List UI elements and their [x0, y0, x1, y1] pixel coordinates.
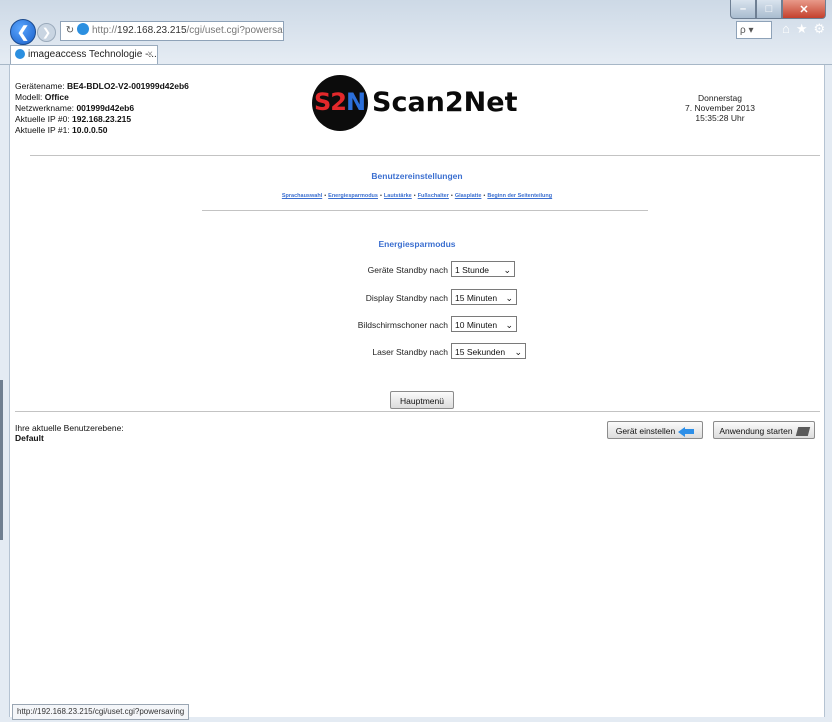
nav-link-glasplatte[interactable]: Glasplatte: [455, 193, 482, 199]
divider: [202, 210, 648, 211]
window-resize-handle[interactable]: [0, 380, 3, 540]
settings-nav: Sprachauswahl • Energiesparmodus • Lautstärk…: [281, 193, 553, 199]
device-settings-button[interactable]: Gerät einstellen: [607, 421, 703, 439]
close-window-button[interactable]: ✕: [782, 0, 826, 19]
ip0-value: 192.168.23.215: [72, 114, 132, 124]
search-dropdown[interactable]: ρ ▾: [736, 21, 772, 39]
address-bar[interactable]: ↻ http://192.168.23.215/cgi/uset.cgi?powe…: [60, 21, 284, 41]
logo-wordmark: Scan2Net: [372, 87, 518, 118]
ie-tab-icon: [15, 49, 25, 60]
setting-row-laser-standby: Laser Standby nach 15 Sekunden ⌄: [10, 343, 824, 361]
forward-arrow-icon[interactable]: ❯: [37, 23, 56, 42]
address-host: 192.168.23.215: [117, 25, 187, 36]
gear-icon[interactable]: ⚙: [814, 21, 832, 36]
setting-label: Laser Standby nach: [372, 347, 448, 357]
tab-imageaccess[interactable]: imageaccess Technologie -... ×: [10, 45, 158, 64]
minimize-button[interactable]: –: [730, 0, 756, 19]
chevron-down-icon: ⌄: [503, 265, 511, 275]
back-arrow-icon[interactable]: ❮: [10, 19, 36, 45]
scan2net-logo: S2N Scan2Net: [312, 75, 552, 131]
address-scheme: http://: [92, 25, 118, 36]
date-time: Donnerstag 7. November 2013 15:35:28 Uhr: [660, 93, 780, 123]
device-name-label: Gerätename:: [15, 81, 65, 91]
model-value: Office: [44, 92, 69, 102]
main-menu-button[interactable]: Hauptmenü: [390, 391, 454, 409]
tab-bar: imageaccess Technologie -... ×: [0, 44, 832, 65]
home-icon[interactable]: ⌂: [782, 21, 796, 36]
chevron-down-icon: ⌄: [505, 320, 513, 330]
setting-label: Bildschirmschoner nach: [357, 320, 448, 330]
address-path: /cgi/uset.cgi?powersaving: [186, 25, 283, 36]
scanner-icon: [795, 427, 810, 437]
setting-row-screensaver: Bildschirmschoner nach 10 Minuten ⌄: [10, 316, 824, 334]
nav-link-lautstaerke[interactable]: Lautstärke: [384, 193, 412, 199]
setting-label: Geräte Standby nach: [367, 265, 448, 275]
model-label: Modell:: [15, 92, 43, 102]
refresh-icon[interactable]: ↻: [63, 22, 77, 40]
setting-label: Display Standby nach: [365, 293, 448, 303]
logo-mark: S2N: [314, 88, 366, 116]
time: 15:35:28 Uhr: [695, 113, 745, 123]
status-bar-url: http://192.168.23.215/cgi/uset.cgi?power…: [12, 704, 190, 720]
star-icon[interactable]: ★: [796, 21, 814, 36]
ie-page-icon: [77, 23, 89, 36]
chevron-down-icon: ⌄: [505, 293, 513, 303]
chevron-down-icon: ⌄: [514, 347, 522, 357]
ip1-label: Aktuelle IP #1:: [15, 125, 70, 135]
user-level: Ihre aktuelle Benutzerebene: Default: [15, 423, 124, 443]
ip0-label: Aktuelle IP #0:: [15, 114, 70, 124]
screensaver-select[interactable]: 10 Minuten ⌄: [451, 316, 517, 332]
close-icon[interactable]: ×: [147, 46, 153, 64]
date: 7. November 2013: [685, 103, 755, 113]
browser-toolbar: ❮ ❯ ↻ http://192.168.23.215/cgi/uset.cgi?…: [0, 18, 832, 45]
browser-window: – □ ✕ ❮ ❯ ↻ http://192.168.23.215/cgi/use…: [0, 0, 832, 722]
ip1-value: 10.0.0.50: [72, 125, 108, 135]
device-name-value: BE4-BDLO2-V2-001999d42eb6: [67, 81, 189, 91]
netname-value: 001999d42eb6: [76, 103, 135, 113]
section-title: Energiesparmodus: [378, 239, 456, 249]
user-level-value: Default: [15, 433, 44, 443]
nav-link-fussschalter[interactable]: Fußschalter: [418, 193, 449, 199]
setting-row-device-standby: Geräte Standby nach 1 Stunde ⌄: [10, 261, 824, 279]
user-level-label: Ihre aktuelle Benutzerebene:: [15, 423, 124, 433]
nav-link-sprachauswahl[interactable]: Sprachauswahl: [282, 193, 322, 199]
display-standby-select[interactable]: 15 Minuten ⌄: [451, 289, 517, 305]
window-controls: – □ ✕: [730, 0, 826, 19]
device-info: Gerätename: BE4-BDLO2-V2-001999d42eb6 Mo…: [15, 81, 189, 136]
laser-standby-select[interactable]: 15 Sekunden ⌄: [451, 343, 526, 359]
page-title: Benutzereinstellungen: [371, 171, 463, 181]
device-standby-select[interactable]: 1 Stunde ⌄: [451, 261, 515, 277]
tab-title: imageaccess Technologie -...: [28, 49, 157, 60]
maximize-button[interactable]: □: [756, 0, 782, 19]
divider: [15, 411, 820, 412]
toolbar-icons: ⌂★⚙: [782, 21, 831, 37]
nav-link-seitenteilung[interactable]: Beginn der Seitenteilung: [487, 193, 552, 199]
nav-link-energiesparmodus[interactable]: Energiesparmodus: [328, 193, 378, 199]
page-content: Gerätename: BE4-BDLO2-V2-001999d42eb6 Mo…: [9, 65, 825, 717]
weekday: Donnerstag: [698, 93, 742, 103]
setting-row-display-standby: Display Standby nach 15 Minuten ⌄: [10, 289, 824, 307]
start-application-button[interactable]: Anwendung starten: [713, 421, 815, 439]
netname-label: Netzwerkname:: [15, 103, 75, 113]
divider: [30, 155, 820, 156]
